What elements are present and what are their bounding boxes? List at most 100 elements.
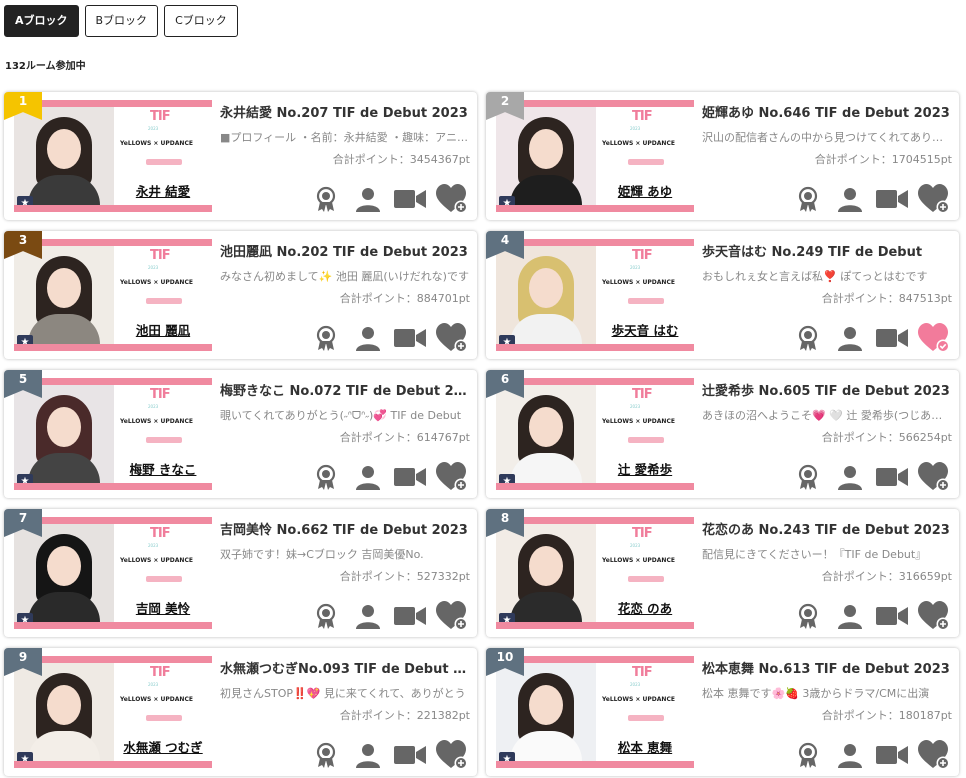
room-title[interactable]: 歩天音はむ No.249 TIF de Debut bbox=[702, 241, 952, 260]
thumb-stripe-bottom bbox=[496, 205, 694, 212]
user-icon[interactable] bbox=[351, 462, 385, 492]
performer-name: 辻 愛希歩 bbox=[617, 462, 673, 477]
tab-c-block[interactable]: Cブロック bbox=[164, 5, 238, 37]
event-banner: TIF 2023 YeLLOWS × UPDANCE 池田 麗凪 bbox=[114, 246, 212, 344]
heart-add-icon[interactable] bbox=[917, 601, 951, 631]
user-icon[interactable] bbox=[833, 323, 867, 353]
total-points: 合計ポイント：847513pt bbox=[821, 292, 952, 305]
user-icon[interactable] bbox=[833, 462, 867, 492]
video-icon[interactable] bbox=[393, 184, 427, 214]
room-card[interactable]: 8 ★ TIF 2023 YeLLOWS × UPDANCE 花恋 のあ 花恋の… bbox=[486, 509, 959, 637]
sponsor-logos: YeLLOWS × UPDANCE bbox=[120, 140, 193, 147]
room-title[interactable]: 吉岡美怜 No.662 TIF de Debut 2023 bbox=[220, 519, 470, 538]
room-card[interactable]: 3 ★ TIF 2023 YeLLOWS × UPDANCE 池田 麗凪 池田麗… bbox=[4, 231, 477, 359]
heart-add-icon[interactable] bbox=[435, 462, 469, 492]
heart-add-icon[interactable] bbox=[917, 740, 951, 770]
room-thumbnail[interactable]: ★ TIF 2023 YeLLOWS × UPDANCE 歩天音 はむ bbox=[496, 239, 694, 351]
room-thumbnail[interactable]: ★ TIF 2023 YeLLOWS × UPDANCE 池田 麗凪 bbox=[14, 239, 212, 351]
tif-logo: TIF bbox=[150, 387, 171, 402]
heart-add-icon[interactable] bbox=[435, 601, 469, 631]
room-thumbnail[interactable]: ★ TIF 2023 YeLLOWS × UPDANCE 姫輝 あゆ bbox=[496, 100, 694, 212]
thumb-stripe-bottom bbox=[496, 622, 694, 629]
room-title[interactable]: 水無瀬つむぎNo.093 TIF de Debut 2023 bbox=[220, 658, 470, 677]
event-banner: TIF 2023 YeLLOWS × UPDANCE 松本 恵舞 bbox=[596, 663, 694, 761]
video-icon[interactable] bbox=[393, 462, 427, 492]
event-banner: TIF 2023 YeLLOWS × UPDANCE 永井 結愛 bbox=[114, 107, 212, 205]
room-card[interactable]: 9 ★ TIF 2023 YeLLOWS × UPDANCE 水無瀬 つむぎ 水… bbox=[4, 648, 477, 776]
video-icon[interactable] bbox=[393, 740, 427, 770]
room-thumbnail[interactable]: ★ TIF 2023 YeLLOWS × UPDANCE 永井 結愛 bbox=[14, 100, 212, 212]
room-card[interactable]: 5 ★ TIF 2023 YeLLOWS × UPDANCE 梅野 きなこ 梅野… bbox=[4, 370, 477, 498]
user-icon[interactable] bbox=[351, 323, 385, 353]
sponsor-logos: YeLLOWS × UPDANCE bbox=[602, 418, 675, 425]
award-icon[interactable] bbox=[791, 323, 825, 353]
room-card[interactable]: 1 ★ TIF 2023 YeLLOWS × UPDANCE 永井 結愛 永井結… bbox=[4, 92, 477, 220]
award-icon[interactable] bbox=[309, 601, 343, 631]
award-icon[interactable] bbox=[791, 601, 825, 631]
room-thumbnail[interactable]: ★ TIF 2023 YeLLOWS × UPDANCE 花恋 のあ bbox=[496, 517, 694, 629]
room-card[interactable]: 4 ★ TIF 2023 YeLLOWS × UPDANCE 歩天音 はむ 歩天… bbox=[486, 231, 959, 359]
award-icon[interactable] bbox=[309, 323, 343, 353]
heart-add-icon[interactable] bbox=[435, 740, 469, 770]
total-points: 合計ポイント：221382pt bbox=[339, 709, 470, 722]
tif-year: 2023 bbox=[630, 126, 641, 131]
room-title[interactable]: 池田麗凪 No.202 TIF de Debut 2023 bbox=[220, 241, 470, 260]
room-title[interactable]: 松本恵舞 No.613 TIF de Debut 2023 bbox=[702, 658, 952, 677]
star-icon: ★ bbox=[499, 196, 515, 205]
tif-year: 2023 bbox=[148, 682, 159, 687]
star-icon: ★ bbox=[17, 335, 33, 344]
award-icon[interactable] bbox=[309, 740, 343, 770]
user-icon[interactable] bbox=[833, 601, 867, 631]
room-title[interactable]: 辻愛希歩 No.605 TIF de Debut 2023 bbox=[702, 380, 952, 399]
room-card[interactable]: 7 ★ TIF 2023 YeLLOWS × UPDANCE 吉岡 美怜 吉岡美… bbox=[4, 509, 477, 637]
award-icon[interactable] bbox=[791, 740, 825, 770]
room-card[interactable]: 6 ★ TIF 2023 YeLLOWS × UPDANCE 辻 愛希歩 辻愛希… bbox=[486, 370, 959, 498]
room-thumbnail[interactable]: ★ TIF 2023 YeLLOWS × UPDANCE 辻 愛希歩 bbox=[496, 378, 694, 490]
video-icon[interactable] bbox=[875, 184, 909, 214]
video-icon[interactable] bbox=[875, 462, 909, 492]
award-icon[interactable] bbox=[791, 462, 825, 492]
user-icon[interactable] bbox=[833, 184, 867, 214]
video-icon[interactable] bbox=[393, 323, 427, 353]
room-title[interactable]: 花恋のあ No.243 TIF de Debut 2023 bbox=[702, 519, 952, 538]
award-icon[interactable] bbox=[309, 462, 343, 492]
room-info: 池田麗凪 No.202 TIF de Debut 2023 みなさん初めまして✨… bbox=[220, 241, 470, 306]
video-icon[interactable] bbox=[875, 601, 909, 631]
tif-year: 2023 bbox=[630, 265, 641, 270]
video-icon[interactable] bbox=[875, 323, 909, 353]
heart-add-icon[interactable] bbox=[917, 323, 951, 353]
room-thumbnail[interactable]: ★ TIF 2023 YeLLOWS × UPDANCE 吉岡 美怜 bbox=[14, 517, 212, 629]
tab-b-block[interactable]: Bブロック bbox=[84, 5, 159, 37]
room-actions bbox=[791, 462, 951, 492]
room-card[interactable]: 10 ★ TIF 2023 YeLLOWS × UPDANCE 松本 恵舞 松本… bbox=[486, 648, 959, 776]
user-icon[interactable] bbox=[351, 601, 385, 631]
banner-ribbon bbox=[628, 159, 664, 165]
sponsor-logos: YeLLOWS × UPDANCE bbox=[120, 557, 193, 564]
video-icon[interactable] bbox=[393, 601, 427, 631]
award-icon[interactable] bbox=[791, 184, 825, 214]
user-icon[interactable] bbox=[351, 184, 385, 214]
heart-add-icon[interactable] bbox=[917, 184, 951, 214]
room-description: ■プロフィール ・名前：永井結愛 ・趣味：アニメ鑑賞 bbox=[220, 131, 470, 144]
performer-name: 松本 恵舞 bbox=[617, 740, 673, 755]
banner-ribbon bbox=[146, 576, 182, 582]
heart-add-icon[interactable] bbox=[435, 323, 469, 353]
heart-add-icon[interactable] bbox=[435, 184, 469, 214]
room-title[interactable]: 永井結愛 No.207 TIF de Debut 2023 bbox=[220, 102, 470, 121]
room-thumbnail[interactable]: ★ TIF 2023 YeLLOWS × UPDANCE 水無瀬 つむぎ bbox=[14, 656, 212, 768]
room-actions bbox=[309, 601, 469, 631]
video-icon[interactable] bbox=[875, 740, 909, 770]
heart-add-icon[interactable] bbox=[917, 462, 951, 492]
tab-a-block[interactable]: Aブロック bbox=[4, 5, 79, 37]
user-icon[interactable] bbox=[833, 740, 867, 770]
event-banner: TIF 2023 YeLLOWS × UPDANCE 水無瀬 つむぎ bbox=[114, 663, 212, 761]
user-icon[interactable] bbox=[351, 740, 385, 770]
room-thumbnail[interactable]: ★ TIF 2023 YeLLOWS × UPDANCE 梅野 きなこ bbox=[14, 378, 212, 490]
award-icon[interactable] bbox=[309, 184, 343, 214]
profile-photo: ★ bbox=[496, 246, 596, 344]
room-title[interactable]: 姫輝あゆ No.646 TIF de Debut 2023 bbox=[702, 102, 952, 121]
total-points: 合計ポイント：1704515pt bbox=[814, 153, 952, 166]
room-thumbnail[interactable]: ★ TIF 2023 YeLLOWS × UPDANCE 松本 恵舞 bbox=[496, 656, 694, 768]
room-card[interactable]: 2 ★ TIF 2023 YeLLOWS × UPDANCE 姫輝 あゆ 姫輝あ… bbox=[486, 92, 959, 220]
room-title[interactable]: 梅野きなこ No.072 TIF de Debut 2023 bbox=[220, 380, 470, 399]
